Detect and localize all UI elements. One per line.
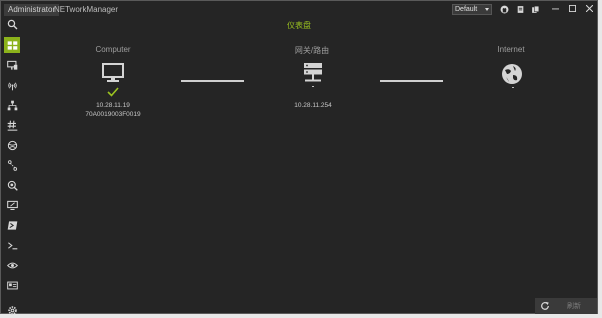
dashboard-icon <box>7 40 17 50</box>
gateway-status-dash <box>312 86 314 87</box>
minimize-icon <box>551 8 559 10</box>
sidebar-item-ping-monitor[interactable] <box>4 137 20 153</box>
remote-desktop-icon <box>6 200 18 210</box>
sidebar-item-wifi[interactable] <box>4 77 20 93</box>
sidebar-item-port-scanner[interactable] <box>4 117 20 133</box>
computer-mac: 70A0019003F0019 <box>85 111 141 118</box>
gateway-ip: 10.28.11.254 <box>294 102 332 109</box>
ping-monitor-icon <box>7 140 17 150</box>
profiles-icon[interactable] <box>516 5 525 14</box>
traceroute-icon <box>7 159 17 171</box>
refresh-icon <box>541 301 549 310</box>
administrator-badge: Administrator <box>4 4 60 16</box>
refresh-label: 刷新 <box>567 303 581 310</box>
app-window: Administrator NETworkManager Default 仪表盘… <box>0 0 598 315</box>
server-icon <box>304 63 322 82</box>
gateway-label: 网关/路由 <box>294 46 330 55</box>
sidebar-item-remote-desktop[interactable] <box>4 197 20 213</box>
network-interface-icon <box>6 60 17 70</box>
computer-ip: 10.28.11.19 <box>96 102 130 109</box>
title-bar: Administrator NETworkManager Default <box>1 1 597 19</box>
link-computer-gateway <box>181 80 244 82</box>
close-icon <box>585 4 593 13</box>
github-icon[interactable] <box>500 5 509 14</box>
computer-icon <box>102 63 124 82</box>
close-button[interactable] <box>581 3 597 16</box>
profile-select[interactable]: Default <box>452 4 492 15</box>
dns-lookup-icon <box>7 180 18 191</box>
powershell-icon <box>7 220 17 230</box>
sidebar-item-terminal[interactable] <box>4 237 20 253</box>
link-gateway-internet <box>380 80 443 82</box>
check-icon <box>107 87 119 97</box>
card-icon <box>6 281 18 289</box>
sidebar-item-card[interactable] <box>4 277 20 293</box>
computer-label: Computer <box>95 45 131 54</box>
sidebar-item-eye[interactable] <box>4 257 20 273</box>
sidebar-item-dns-lookup[interactable] <box>4 177 20 193</box>
terminal-icon <box>7 241 17 249</box>
ip-scanner-icon <box>7 100 17 110</box>
chevron-down-icon <box>485 8 489 11</box>
maximize-icon <box>568 5 576 12</box>
settings-icon <box>7 305 17 315</box>
eye-icon <box>6 262 18 268</box>
sidebar <box>1 19 23 315</box>
wifi-icon <box>7 82 17 90</box>
globe-icon <box>502 64 522 84</box>
refresh-button[interactable]: 刷新 <box>535 298 597 314</box>
sidebar-item-ip-scanner[interactable] <box>4 97 20 113</box>
internet-status-dash <box>512 87 514 88</box>
sidebar-item-settings[interactable] <box>4 302 20 318</box>
page-title: 仪表盘 <box>287 21 311 30</box>
profile-select-value: Default <box>455 6 478 13</box>
app-name: NETworkManager <box>54 5 119 14</box>
port-scanner-icon <box>7 120 17 131</box>
sidebar-item-traceroute[interactable] <box>4 157 20 173</box>
minimize-button[interactable] <box>547 3 563 16</box>
sidebar-item-powershell[interactable] <box>4 217 20 233</box>
document-icon[interactable] <box>531 5 540 14</box>
maximize-button[interactable] <box>564 3 580 16</box>
sidebar-item-dashboard[interactable] <box>4 37 20 53</box>
sidebar-item-network-interface[interactable] <box>4 57 20 73</box>
internet-label: Internet <box>497 45 525 54</box>
